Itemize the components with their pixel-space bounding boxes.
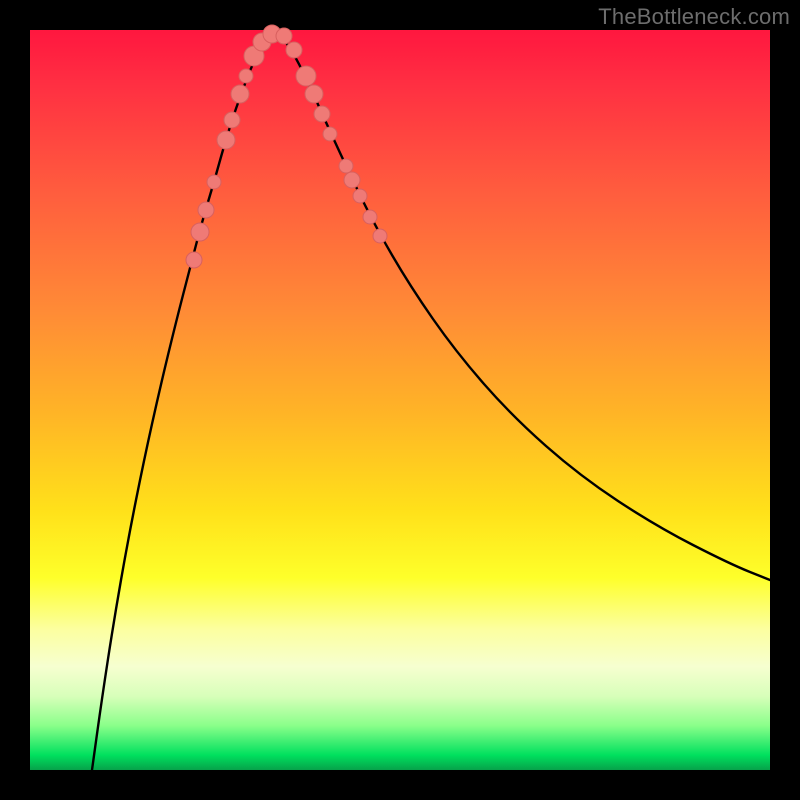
data-dot [296,66,316,86]
chart-frame: TheBottleneck.com [0,0,800,800]
data-dot [323,127,337,141]
data-dot [239,69,253,83]
data-dot [231,85,249,103]
data-dot [314,106,330,122]
curve-layer [30,30,770,770]
data-dot [191,223,209,241]
curve-right-branch [278,34,770,580]
data-dot [344,172,360,188]
data-dot [286,42,302,58]
data-dot [305,85,323,103]
plot-area [30,30,770,770]
watermark-text: TheBottleneck.com [598,4,790,30]
data-dot [373,229,387,243]
data-dot [363,210,377,224]
data-dot [224,112,240,128]
data-dot [198,202,214,218]
data-dots [186,25,387,268]
curve-left-branch [92,34,270,770]
data-dot [207,175,221,189]
data-dot [353,189,367,203]
data-dot [339,159,353,173]
data-dot [276,28,292,44]
data-dot [217,131,235,149]
data-dot [186,252,202,268]
